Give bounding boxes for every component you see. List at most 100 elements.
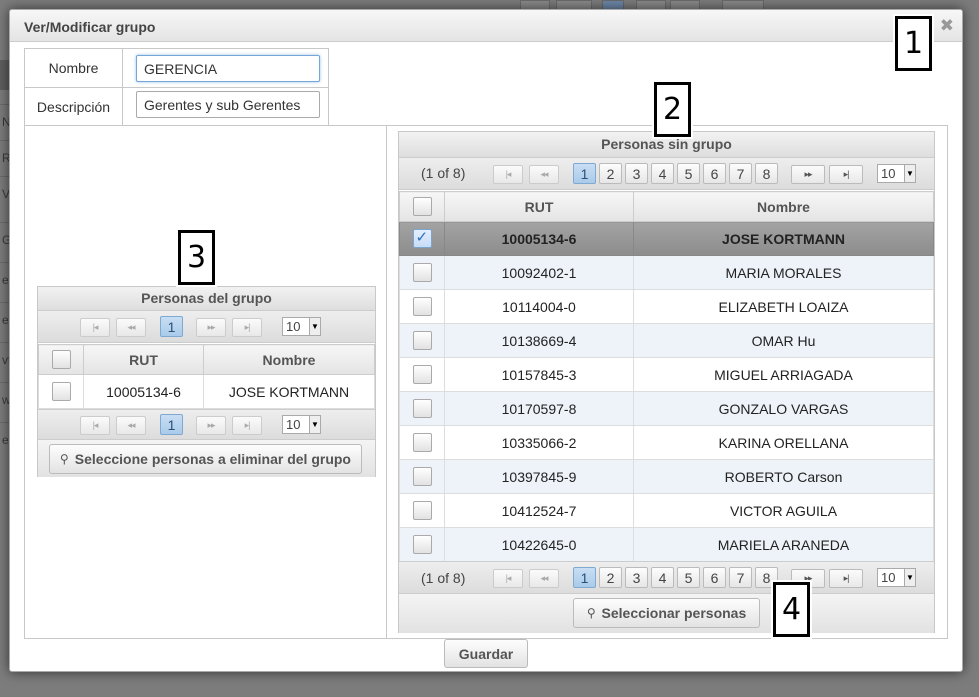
nombre-cell: MARIELA ARANEDA — [633, 527, 934, 562]
row-checkbox[interactable] — [412, 501, 432, 520]
page-number-button[interactable]: 7 — [729, 163, 752, 184]
group-members-table: RUT Nombre 10005134-6 JOSE KORTMANN — [38, 344, 375, 409]
row-checkbox-cell[interactable] — [399, 391, 445, 426]
first-page-button[interactable]: |◂ — [493, 165, 523, 184]
table-row[interactable]: 10170597-8 GONZALO VARGAS — [399, 391, 934, 426]
rut-cell: 10092402-1 — [444, 255, 634, 290]
page-number-button[interactable]: 6 — [703, 567, 726, 588]
group-paginator-top: |◂ ◂◂ 1 ▸▸ ▸| 10 ▼ — [38, 311, 375, 343]
table-row[interactable]: 10335066-2 KARINA ORELLANA — [399, 425, 934, 460]
descripcion-input[interactable] — [136, 91, 320, 118]
nombre-cell: JOSE KORTMANN — [203, 374, 375, 409]
remove-from-group-label: Seleccione personas a eliminar del grupo — [74, 451, 351, 467]
row-checkbox-cell[interactable] — [399, 459, 445, 494]
table-row[interactable]: 10114004-0 ELIZABETH LOAIZA — [399, 289, 934, 324]
table-row[interactable]: 10397845-9 ROBERTO Carson — [399, 459, 934, 494]
table-row[interactable]: 10005134-6 JOSE KORTMANN — [399, 221, 934, 256]
last-page-button[interactable]: ▸| — [829, 165, 863, 184]
table-header-row: RUT Nombre — [399, 191, 934, 222]
row-checkbox-cell[interactable] — [399, 221, 445, 256]
page-number-button[interactable]: 1 — [160, 316, 183, 337]
row-checkbox-cell[interactable] — [399, 493, 445, 528]
page-number-button[interactable]: 7 — [729, 567, 752, 588]
last-page-button[interactable]: ▸| — [232, 416, 262, 435]
row-checkbox[interactable] — [412, 297, 432, 316]
page-number-button[interactable]: 1 — [573, 163, 596, 184]
page-number-button[interactable]: 6 — [703, 163, 726, 184]
nombre-input[interactable] — [136, 55, 320, 82]
table-row[interactable]: 10138669-4 OMAR Hu — [399, 323, 934, 358]
first-page-button[interactable]: |◂ — [493, 569, 523, 588]
page-number-button[interactable]: 1 — [573, 567, 596, 588]
column-header-rut[interactable]: RUT — [444, 191, 634, 222]
row-checkbox[interactable] — [412, 263, 432, 282]
row-checkbox[interactable] — [412, 365, 432, 384]
last-page-button[interactable]: ▸| — [829, 569, 863, 588]
table-row[interactable]: 10422645-0 MARIELA ARANEDA — [399, 527, 934, 562]
rut-cell: 10005134-6 — [444, 221, 634, 256]
rows-per-page-value: 10 — [881, 166, 896, 181]
rows-per-page-select[interactable]: 10 ▼ — [877, 568, 916, 587]
nombre-cell: GONZALO VARGAS — [633, 391, 934, 426]
row-checkbox-cell[interactable] — [399, 289, 445, 324]
rows-per-page-select[interactable]: 10 ▼ — [282, 317, 321, 336]
row-checkbox-cell[interactable] — [399, 255, 445, 290]
rows-per-page-select[interactable]: 10 ▼ — [877, 164, 916, 183]
select-people-button[interactable]: ⚲ Seleccionar personas — [573, 598, 760, 628]
column-header-rut[interactable]: RUT — [83, 344, 204, 375]
row-checkbox-cell[interactable] — [399, 357, 445, 392]
row-checkbox[interactable] — [412, 535, 432, 554]
table-row[interactable]: 10092402-1 MARIA MORALES — [399, 255, 934, 290]
page-number-button[interactable]: 4 — [651, 163, 674, 184]
page-number-button[interactable]: 3 — [625, 567, 648, 588]
row-checkbox[interactable] — [412, 228, 432, 248]
column-header-nombre[interactable]: Nombre — [203, 344, 375, 375]
dialog-header: Ver/Modificar grupo ✖ — [10, 10, 962, 42]
page-number-button[interactable]: 8 — [755, 163, 778, 184]
select-all-header[interactable] — [38, 344, 84, 375]
nombre-cell: JOSE KORTMANN — [633, 221, 934, 256]
table-row[interactable]: 10157845-3 MIGUEL ARRIAGADA — [399, 357, 934, 392]
row-checkbox[interactable] — [412, 433, 432, 452]
rows-per-page-select[interactable]: 10 ▼ — [282, 415, 321, 434]
page-number-button[interactable]: 2 — [599, 567, 622, 588]
prev-page-button[interactable]: ◂◂ — [116, 416, 146, 435]
remove-from-group-button[interactable]: ⚲ Seleccione personas a eliminar del gru… — [49, 444, 362, 474]
page-number-button[interactable]: 5 — [677, 163, 700, 184]
prev-page-button[interactable]: ◂◂ — [116, 318, 146, 337]
close-icon[interactable]: ✖ — [940, 16, 954, 36]
row-checkbox-cell[interactable] — [38, 374, 84, 409]
panels-container: Personas del grupo |◂ ◂◂ 1 ▸▸ ▸| 10 ▼ RUT… — [24, 125, 948, 639]
select-all-header[interactable] — [399, 191, 445, 222]
row-checkbox[interactable] — [412, 467, 432, 486]
next-page-button[interactable]: ▸▸ — [196, 318, 226, 337]
select-all-checkbox[interactable] — [51, 350, 71, 369]
row-checkbox[interactable] — [412, 331, 432, 350]
row-checkbox[interactable] — [51, 382, 71, 401]
row-checkbox-cell[interactable] — [399, 323, 445, 358]
page-number-button[interactable]: 1 — [160, 414, 183, 435]
rows-per-page-value: 10 — [286, 319, 301, 334]
table-row[interactable]: 10005134-6 JOSE KORTMANN — [38, 374, 375, 409]
next-page-button[interactable]: ▸▸ — [791, 165, 825, 184]
prev-page-button[interactable]: ◂◂ — [529, 569, 559, 588]
prev-page-button[interactable]: ◂◂ — [529, 165, 559, 184]
page-number-button[interactable]: 4 — [651, 567, 674, 588]
page-number-button[interactable]: 2 — [599, 163, 622, 184]
page-number-button[interactable]: 3 — [625, 163, 648, 184]
rut-cell: 10422645-0 — [444, 527, 634, 562]
row-checkbox-cell[interactable] — [399, 425, 445, 460]
first-page-button[interactable]: |◂ — [80, 416, 110, 435]
next-page-button[interactable]: ▸▸ — [196, 416, 226, 435]
row-checkbox[interactable] — [412, 399, 432, 418]
row-checkbox-cell[interactable] — [399, 527, 445, 562]
select-all-checkbox[interactable] — [412, 197, 432, 216]
table-row[interactable]: 10412524-7 VICTOR AGUILA — [399, 493, 934, 528]
rut-cell: 10170597-8 — [444, 391, 634, 426]
save-button[interactable]: Guardar — [444, 639, 528, 668]
group-actions-bar: ⚲ Seleccione personas a eliminar del gru… — [38, 440, 375, 477]
first-page-button[interactable]: |◂ — [80, 318, 110, 337]
last-page-button[interactable]: ▸| — [232, 318, 262, 337]
column-header-nombre[interactable]: Nombre — [633, 191, 934, 222]
page-number-button[interactable]: 5 — [677, 567, 700, 588]
